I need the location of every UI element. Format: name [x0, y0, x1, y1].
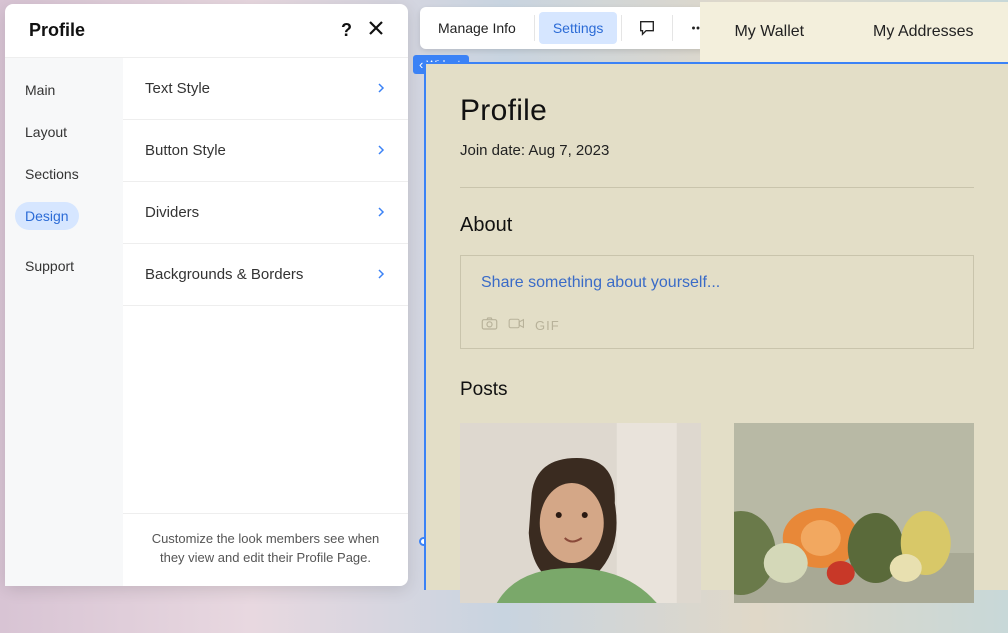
tab-my-addresses[interactable]: My Addresses: [873, 23, 973, 41]
posts-grid: [460, 423, 974, 603]
post-card[interactable]: [734, 423, 975, 603]
panel-side-nav: Main Layout Sections Design Support: [5, 58, 123, 586]
toolbar-separator: [672, 15, 673, 41]
toolbar-separator: [621, 15, 622, 41]
gif-button[interactable]: GIF: [535, 318, 560, 333]
video-icon[interactable]: [508, 316, 525, 334]
chevron-right-icon: [376, 142, 386, 159]
nav-item-layout[interactable]: Layout: [15, 118, 77, 146]
nav-item-sections[interactable]: Sections: [15, 160, 89, 188]
posts-heading: Posts: [460, 379, 974, 401]
close-icon[interactable]: [368, 20, 384, 41]
tab-my-wallet[interactable]: My Wallet: [734, 23, 804, 41]
design-item-dividers[interactable]: Dividers: [123, 182, 408, 244]
post-card[interactable]: [460, 423, 701, 603]
about-input-box[interactable]: Share something about yourself... GIF: [460, 255, 974, 349]
design-item-backgrounds-borders[interactable]: Backgrounds & Borders: [123, 244, 408, 306]
nav-item-main[interactable]: Main: [15, 76, 65, 104]
join-date: Join date: Aug 7, 2023: [460, 142, 974, 159]
divider: [460, 187, 974, 188]
panel-title: Profile: [29, 20, 85, 41]
about-placeholder: Share something about yourself...: [481, 274, 953, 292]
design-item-label: Backgrounds & Borders: [145, 266, 303, 283]
about-heading: About: [460, 214, 974, 237]
nav-item-support[interactable]: Support: [15, 252, 84, 280]
design-item-label: Text Style: [145, 80, 210, 97]
about-attachment-icons: GIF: [481, 316, 953, 334]
toolbar-separator: [534, 15, 535, 41]
profile-heading: Profile: [460, 94, 974, 128]
panel-body: Main Layout Sections Design Support Text…: [5, 58, 408, 586]
design-item-button-style[interactable]: Button Style: [123, 120, 408, 182]
chevron-right-icon: [376, 266, 386, 283]
chevron-right-icon: [376, 80, 386, 97]
settings-button[interactable]: Settings: [539, 12, 618, 44]
widget-toolbar: Manage Info Settings: [420, 7, 723, 49]
panel-header: Profile ?: [5, 4, 408, 58]
profile-widget-preview: Profile Join date: Aug 7, 2023 About Sha…: [424, 62, 1008, 590]
nav-item-design[interactable]: Design: [15, 202, 79, 230]
chevron-right-icon: [376, 204, 386, 221]
help-icon[interactable]: ?: [341, 20, 352, 41]
profile-content: Profile Join date: Aug 7, 2023 About Sha…: [426, 64, 1008, 633]
profile-top-tabs: My Wallet My Addresses: [700, 2, 1008, 62]
panel-footer-hint: Customize the look members see when they…: [123, 513, 408, 586]
camera-icon[interactable]: [481, 316, 498, 334]
design-options-list: Text Style Button Style Dividers Backgro…: [123, 58, 408, 586]
settings-panel: Profile ? Main Layout Sections Design Su…: [5, 4, 408, 586]
design-item-label: Dividers: [145, 204, 199, 221]
design-item-label: Button Style: [145, 142, 226, 159]
manage-info-button[interactable]: Manage Info: [424, 12, 530, 44]
design-item-text-style[interactable]: Text Style: [123, 58, 408, 120]
panel-header-actions: ?: [341, 20, 384, 41]
comment-icon[interactable]: [626, 11, 668, 45]
